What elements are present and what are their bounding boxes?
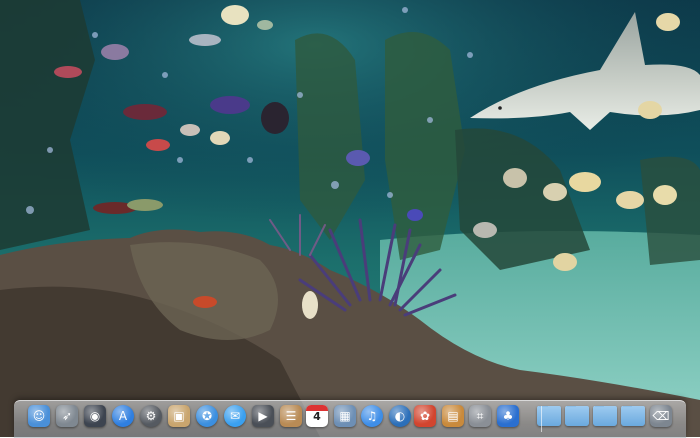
calendar-day: 4	[313, 410, 321, 423]
game-icon-glyph: ♣	[502, 409, 514, 423]
facetime-icon[interactable]: ▶	[252, 405, 274, 427]
aquarium-wallpaper	[0, 0, 700, 437]
screenshot-icon[interactable]: ⌗	[469, 405, 491, 427]
calendar-icon[interactable]: 4	[306, 405, 328, 427]
game-icon[interactable]: ♣	[497, 405, 519, 427]
folder-icon[interactable]	[621, 406, 645, 426]
dock-separator	[541, 406, 542, 432]
messages-icon[interactable]: ✉	[224, 405, 246, 427]
app-store-icon-glyph: A	[118, 409, 128, 423]
contacts-icon-glyph: ☰	[285, 409, 297, 423]
screenshot-icon-glyph: ⌗	[476, 409, 484, 423]
dock: ☺ ➶ ◉ A ⚙ ▣ ✪ ✉ ▶ ☰ 4 ▦ ♫ ◐ ✿ ▤ ⌗ ♣ ⌫	[14, 400, 686, 438]
iphoto-icon-glyph: ▦	[339, 409, 351, 423]
photo-icon[interactable]: ▣	[168, 405, 190, 427]
archive-icon[interactable]: ▤	[442, 405, 464, 427]
quicktime-icon-glyph: ◐	[394, 409, 406, 423]
dashboard-icon-glyph: ◉	[89, 409, 101, 423]
safari-icon[interactable]: ✪	[196, 405, 218, 427]
folder-icon[interactable]	[565, 406, 589, 426]
photo-icon-glyph: ▣	[173, 409, 185, 423]
trash-icon[interactable]: ⌫	[650, 405, 672, 427]
system-preferences-icon-glyph: ⚙	[145, 409, 157, 423]
itunes-icon[interactable]: ♫	[361, 405, 383, 427]
iphoto-icon[interactable]: ▦	[334, 405, 356, 427]
rocket-icon[interactable]: ➶	[56, 405, 78, 427]
safari-icon-glyph: ✪	[201, 409, 213, 423]
messages-icon-glyph: ✉	[229, 409, 241, 423]
quicktime-icon[interactable]: ◐	[389, 405, 411, 427]
finder-icon[interactable]: ☺	[28, 405, 50, 427]
itunes-icon-glyph: ♫	[366, 409, 378, 423]
photo-booth-icon[interactable]: ✿	[414, 405, 436, 427]
app-store-icon[interactable]: A	[112, 405, 134, 427]
archive-icon-glyph: ▤	[447, 409, 459, 423]
finder-icon-glyph: ☺	[32, 409, 46, 423]
contacts-icon[interactable]: ☰	[280, 405, 302, 427]
rocket-icon-glyph: ➶	[61, 409, 73, 423]
facetime-icon-glyph: ▶	[258, 409, 268, 423]
dashboard-icon[interactable]: ◉	[84, 405, 106, 427]
photo-booth-icon-glyph: ✿	[419, 409, 431, 423]
trash-icon-glyph: ⌫	[652, 409, 670, 423]
system-preferences-icon[interactable]: ⚙	[140, 405, 162, 427]
folder-icon[interactable]	[593, 406, 617, 426]
